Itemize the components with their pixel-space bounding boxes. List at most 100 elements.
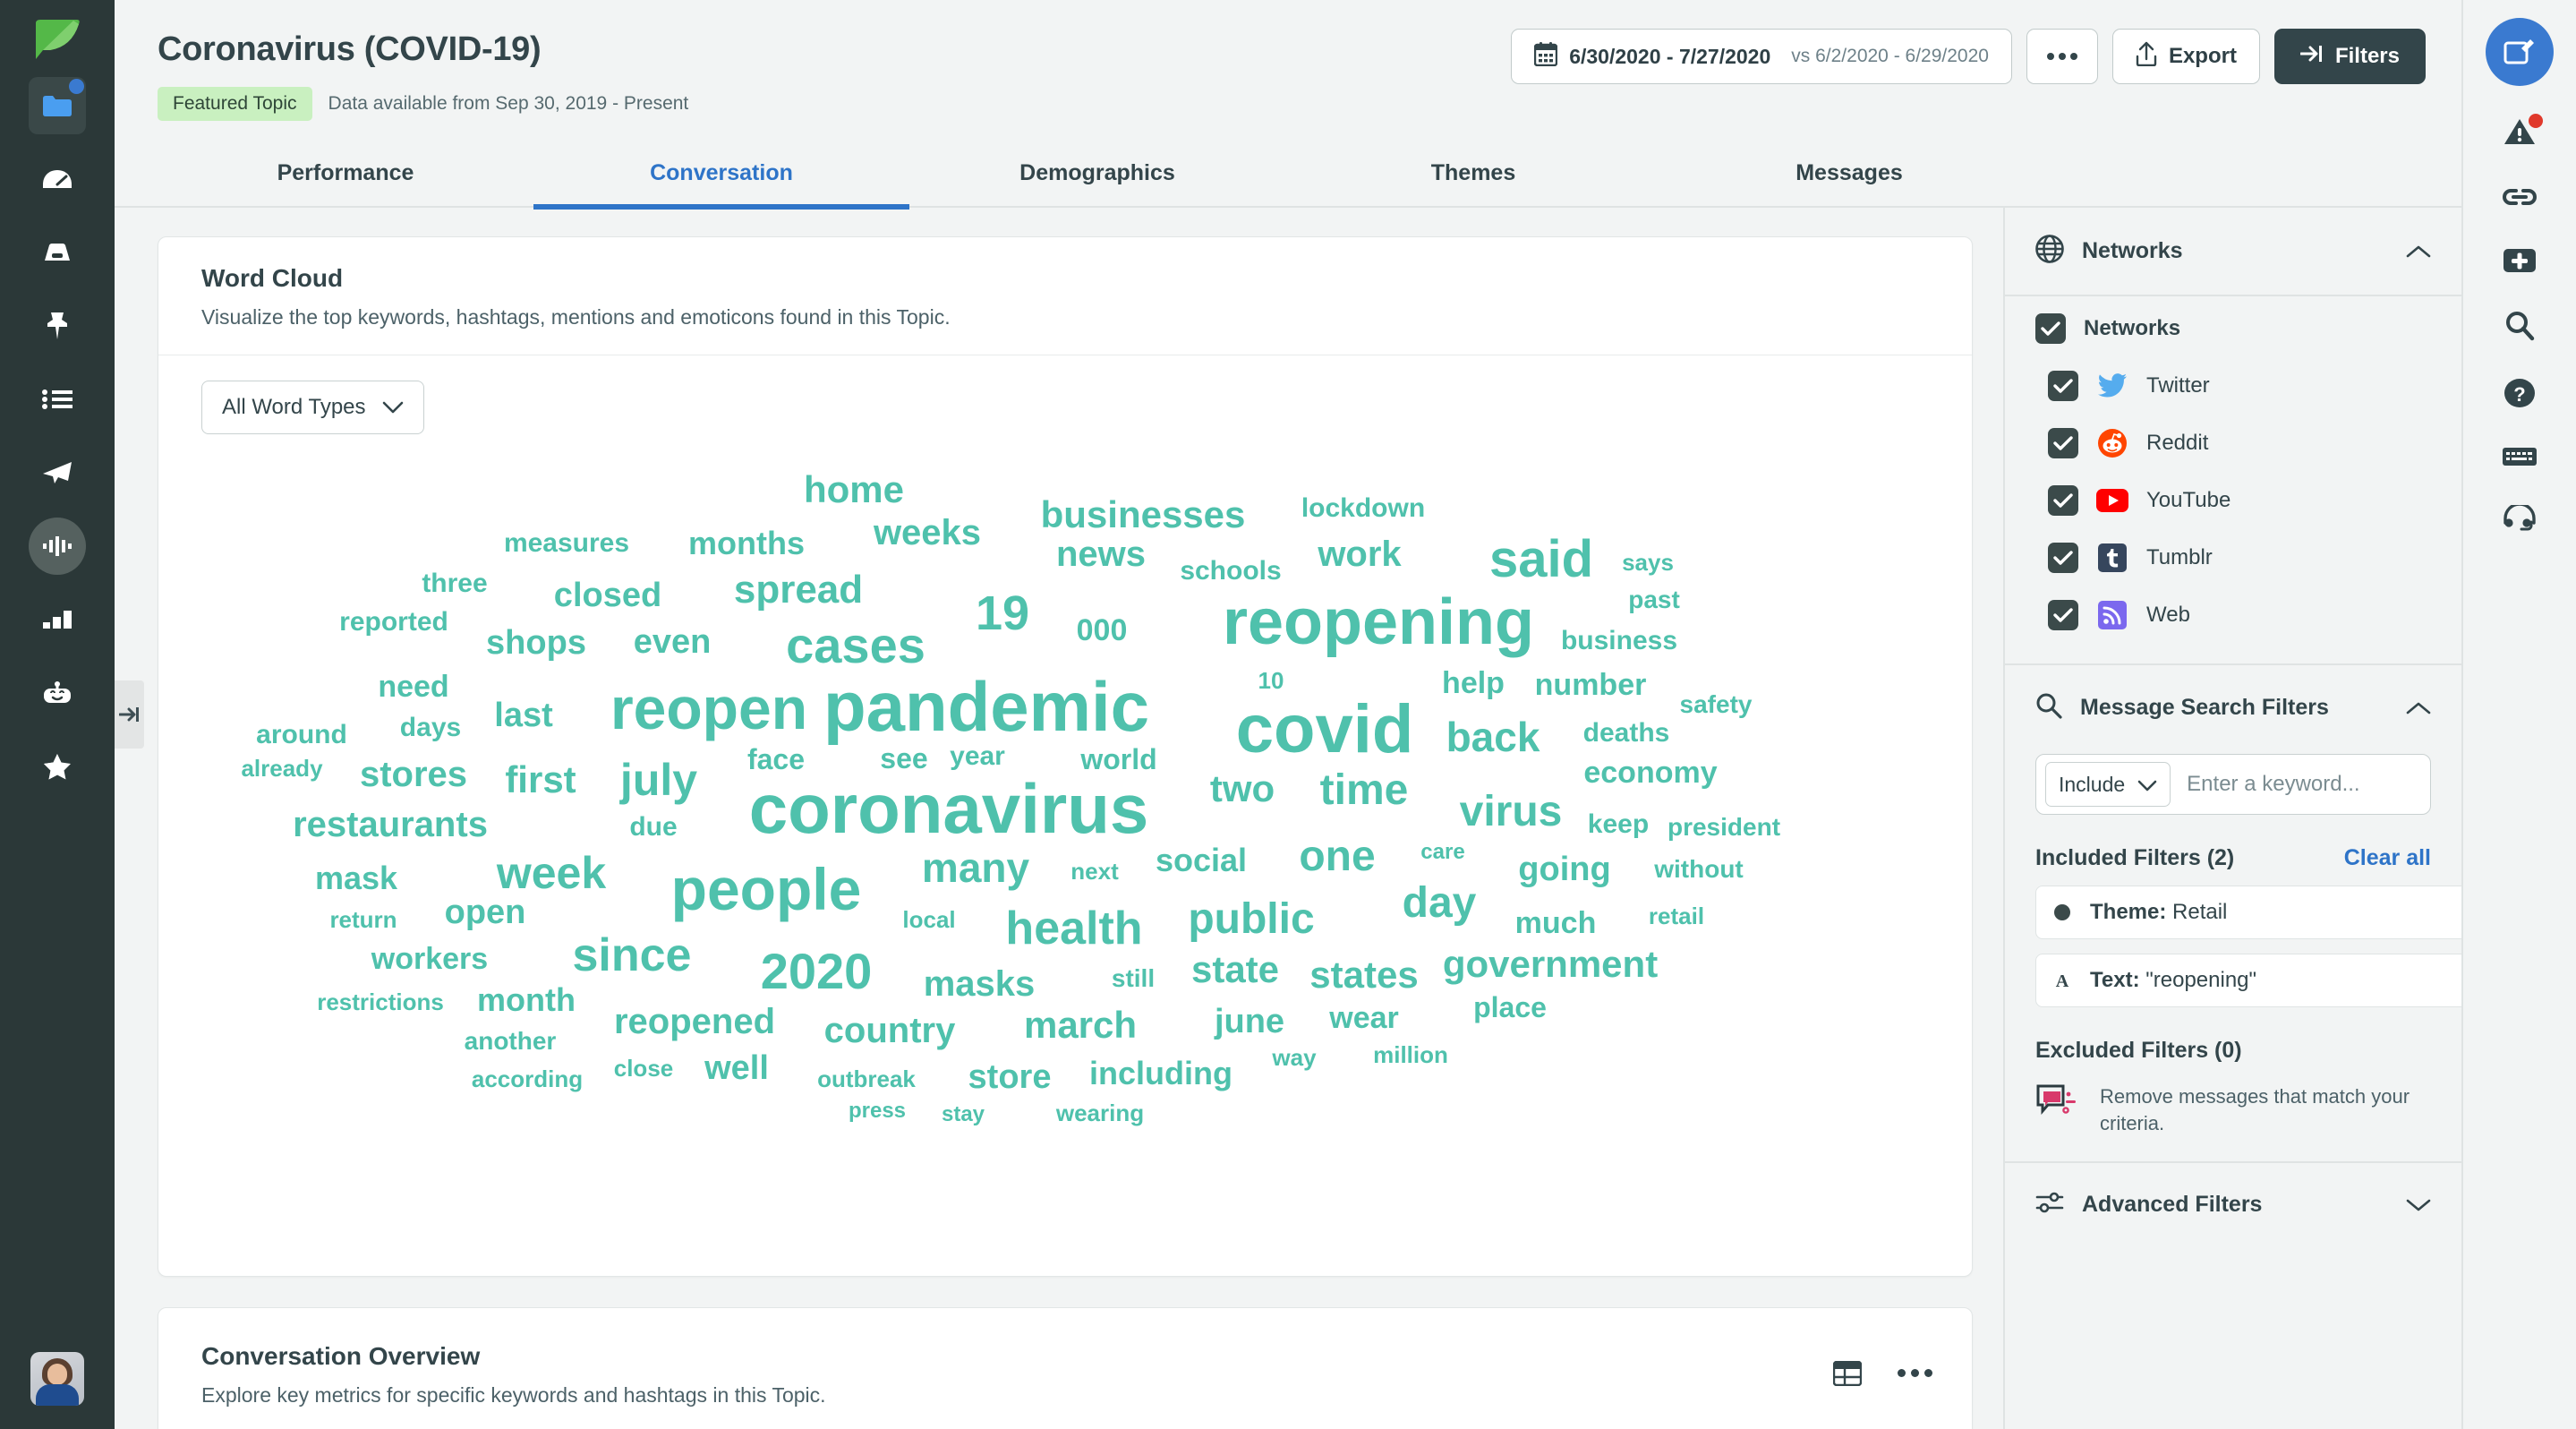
word-cloud-term[interactable]: 19 <box>976 589 1029 637</box>
word-cloud-term[interactable]: open <box>445 895 526 929</box>
word-cloud-term[interactable]: way <box>1272 1046 1316 1069</box>
sidebar-item-listening[interactable] <box>29 518 86 575</box>
filters-button[interactable]: Filters <box>2273 29 2426 84</box>
include-exclude-select[interactable]: Include <box>2045 762 2171 807</box>
word-cloud-term[interactable]: lockdown <box>1301 495 1425 522</box>
word-cloud-term[interactable]: place <box>1473 993 1547 1022</box>
word-cloud-term[interactable]: country <box>824 1013 956 1048</box>
tab-performance[interactable]: Performance <box>158 138 533 208</box>
sidebar-item-favorites[interactable] <box>29 738 86 795</box>
word-cloud-term[interactable]: economy <box>1583 757 1717 788</box>
word-cloud-term[interactable]: still <box>1112 966 1155 991</box>
word-cloud-term[interactable]: keep <box>1588 811 1649 838</box>
word-cloud-term[interactable]: going <box>1518 852 1610 886</box>
word-cloud-term[interactable]: back <box>1446 716 1540 757</box>
checkbox-web[interactable] <box>2048 600 2078 630</box>
word-cloud-term[interactable]: says <box>1622 551 1674 574</box>
word-cloud-term[interactable]: due <box>629 814 677 841</box>
word-cloud-term[interactable]: stores <box>360 757 467 792</box>
word-cloud-term[interactable]: past <box>1628 587 1680 612</box>
export-button[interactable]: Export <box>2111 29 2260 84</box>
word-cloud-term[interactable]: return <box>329 908 397 931</box>
word-cloud-term[interactable]: much <box>1515 908 1597 938</box>
add-icon[interactable] <box>2502 247 2538 278</box>
word-cloud-term[interactable]: help <box>1442 668 1505 698</box>
word-cloud-term[interactable]: deaths <box>1583 720 1670 747</box>
sidebar-item-lists[interactable] <box>29 371 86 428</box>
advanced-filters-header[interactable]: Advanced Filters <box>2005 1163 2461 1246</box>
word-cloud-term[interactable]: last <box>494 698 552 732</box>
network-row-tumblr[interactable]: Tumblr <box>2035 529 2431 586</box>
word-cloud-term[interactable]: spread <box>734 570 863 610</box>
date-range-picker[interactable]: 6/30/2020 - 7/27/2020 vs 6/2/2020 - 6/29… <box>1511 29 2012 84</box>
chevron-up-icon[interactable] <box>2406 701 2431 715</box>
word-cloud-term[interactable]: july <box>620 757 697 802</box>
word-cloud-term[interactable]: mask <box>315 862 397 894</box>
clear-all-button[interactable]: Clear all <box>2344 845 2431 871</box>
word-cloud-term[interactable]: restaurants <box>293 807 488 843</box>
word-cloud-term[interactable]: store <box>968 1060 1052 1094</box>
sidebar-item-publishing[interactable] <box>29 77 86 134</box>
compose-button[interactable] <box>2486 18 2554 86</box>
chevron-up-icon[interactable] <box>2406 244 2431 259</box>
word-cloud-term[interactable]: close <box>614 1057 674 1080</box>
word-cloud-term[interactable]: day <box>1403 882 1477 925</box>
tab-messages[interactable]: Messages <box>1661 138 2037 208</box>
word-cloud-term[interactable]: including <box>1089 1057 1233 1090</box>
alerts-button[interactable] <box>2502 114 2543 151</box>
checkbox-tumblr[interactable] <box>2048 543 2078 573</box>
word-cloud-term[interactable]: press <box>849 1100 906 1122</box>
word-cloud-term[interactable]: month <box>477 984 576 1016</box>
word-cloud-term[interactable]: business <box>1561 628 1677 655</box>
word-cloud-term[interactable]: workers <box>371 944 488 974</box>
word-cloud-term[interactable]: reported <box>339 609 448 636</box>
word-cloud-term[interactable]: people <box>671 860 862 919</box>
word-cloud-term[interactable]: two <box>1210 770 1275 808</box>
word-cloud-term[interactable]: one <box>1299 835 1375 878</box>
included-filter-chip-text[interactable]: A Text: "reopening" × <box>2035 954 2461 1007</box>
network-row-networks[interactable]: Networks <box>2035 300 2431 357</box>
word-cloud-term[interactable]: said <box>1489 534 1593 586</box>
word-cloud-term[interactable]: million <box>1373 1043 1448 1066</box>
word-cloud-term[interactable]: retail <box>1649 904 1704 928</box>
word-cloud-term[interactable]: need <box>378 672 448 702</box>
word-cloud-term[interactable]: social <box>1156 844 1247 877</box>
word-cloud-term[interactable]: wear <box>1329 1003 1399 1033</box>
word-cloud-term[interactable]: days <box>400 714 461 741</box>
word-cloud-term[interactable]: three <box>422 570 487 597</box>
sidebar-item-send[interactable] <box>29 444 86 501</box>
card-more-options-icon[interactable] <box>1898 1369 1932 1377</box>
word-cloud-term[interactable]: schools <box>1180 558 1281 585</box>
word-cloud-term[interactable]: june <box>1215 1005 1284 1039</box>
word-cloud-term[interactable]: already <box>241 757 322 780</box>
word-type-select[interactable]: All Word Types <box>201 381 424 434</box>
word-cloud-term[interactable]: reopen <box>610 679 807 738</box>
word-cloud-term[interactable]: year <box>950 743 1005 770</box>
word-cloud-term[interactable]: next <box>1070 860 1118 883</box>
table-view-icon[interactable] <box>1833 1360 1862 1386</box>
tab-conversation[interactable]: Conversation <box>533 138 909 210</box>
word-cloud-term[interactable]: restrictions <box>317 990 444 1014</box>
word-cloud-term[interactable]: wearing <box>1056 1101 1144 1125</box>
word-cloud-term[interactable]: march <box>1024 1006 1137 1044</box>
network-row-youtube[interactable]: YouTube <box>2035 472 2431 529</box>
link-icon[interactable] <box>2502 184 2538 215</box>
word-cloud-term[interactable]: week <box>497 851 606 895</box>
word-cloud-term[interactable]: pandemic <box>823 672 1149 741</box>
word-cloud-term[interactable]: according <box>472 1067 583 1091</box>
sidebar-item-pinned[interactable] <box>29 297 86 355</box>
word-cloud-term[interactable]: see <box>880 744 927 773</box>
word-cloud-term[interactable]: outbreak <box>817 1067 916 1091</box>
word-cloud-term[interactable]: reopened <box>614 1004 775 1040</box>
tab-themes[interactable]: Themes <box>1285 138 1661 208</box>
word-cloud-term[interactable]: closed <box>554 578 661 612</box>
word-cloud-term[interactable]: without <box>1654 857 1744 882</box>
word-cloud-term[interactable]: first <box>505 761 576 799</box>
sidebar-item-inbox[interactable] <box>29 224 86 281</box>
word-cloud-term[interactable]: many <box>922 847 1029 888</box>
checkbox-reddit[interactable] <box>2048 428 2078 458</box>
networks-section-header[interactable]: Networks <box>2005 208 2461 295</box>
word-cloud-term[interactable]: covid <box>1236 696 1414 764</box>
word-cloud-term[interactable]: reopening <box>1223 590 1534 655</box>
word-cloud-term[interactable]: weeks <box>874 515 981 551</box>
